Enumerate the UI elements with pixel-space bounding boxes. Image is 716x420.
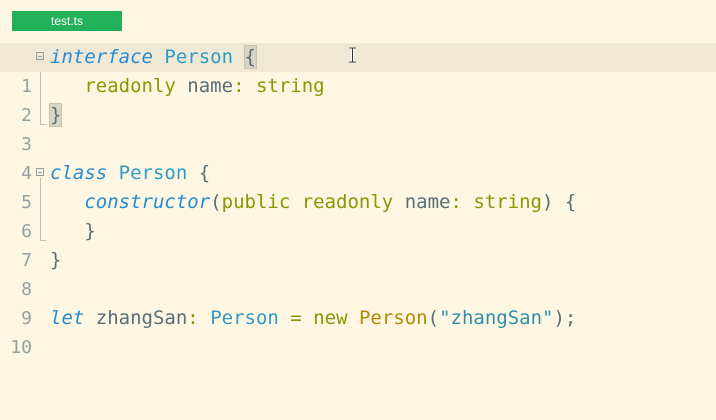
keyword-new: new — [313, 307, 348, 329]
modifier-readonly: readonly — [301, 191, 394, 213]
code-line-8[interactable]: 8 } — [0, 246, 716, 300]
fold-toggle-icon[interactable] — [36, 52, 44, 60]
close-brace: } — [50, 249, 62, 271]
code-line-4[interactable]: 4 — [0, 130, 716, 184]
code-line-2[interactable]: 2 readonly name: string — [0, 72, 716, 126]
code-line-7[interactable]: 7 } — [0, 217, 716, 271]
line-number: 10 — [10, 337, 32, 358]
colon: : — [187, 307, 199, 329]
open-brace-highlighted: { — [243, 45, 257, 69]
modifier-public: public — [221, 191, 291, 213]
editor-tab-test-ts[interactable]: test.ts — [12, 11, 122, 31]
code-line-6[interactable]: 6 constructor(public readonly name: stri… — [0, 188, 716, 242]
fold-toggle-icon[interactable] — [36, 168, 44, 176]
paren-close-semicolon: ); — [553, 307, 577, 329]
type-string: string — [473, 191, 542, 213]
equals-operator: = — [290, 307, 302, 329]
variable-name: zhangSan — [95, 307, 188, 329]
class-name: Person — [118, 162, 188, 184]
keyword-let: let — [50, 307, 85, 329]
code-line-3[interactable]: 3 } — [0, 101, 716, 155]
open-brace: { — [198, 162, 211, 184]
keyword-constructor: constructor — [84, 191, 211, 213]
paren-open: ( — [427, 307, 440, 329]
type-annotation: Person — [210, 307, 279, 329]
constructor-call: Person — [358, 307, 428, 329]
keyword-interface: interface — [50, 46, 153, 68]
code-line-9[interactable]: 9 — [0, 275, 716, 329]
text-cursor-icon — [349, 47, 356, 63]
colon: : — [233, 75, 245, 97]
string-literal: "zhangSan" — [439, 307, 554, 329]
paren-open: ( — [210, 191, 222, 213]
type-string: string — [255, 75, 325, 97]
keyword-class: class — [50, 162, 108, 184]
param-name: name — [404, 191, 451, 213]
close-brace-highlighted: } — [48, 103, 63, 127]
property-name: name — [187, 75, 234, 97]
modifier-readonly: readonly — [84, 75, 176, 97]
code-line-1[interactable]: 1 interface Person { — [0, 43, 716, 97]
type-name: Person — [164, 46, 234, 68]
colon: : — [450, 191, 462, 213]
close-brace: } — [84, 220, 96, 242]
code-line-10[interactable]: 10 let zhangSan: Person = new Person("zh… — [0, 304, 716, 358]
paren-close: ) — [542, 191, 554, 213]
open-brace: { — [564, 191, 577, 213]
code-line-5[interactable]: 5 class Person { — [0, 159, 716, 213]
code-editor[interactable]: 1 interface Person { 2 readonly name: st… — [0, 43, 716, 358]
